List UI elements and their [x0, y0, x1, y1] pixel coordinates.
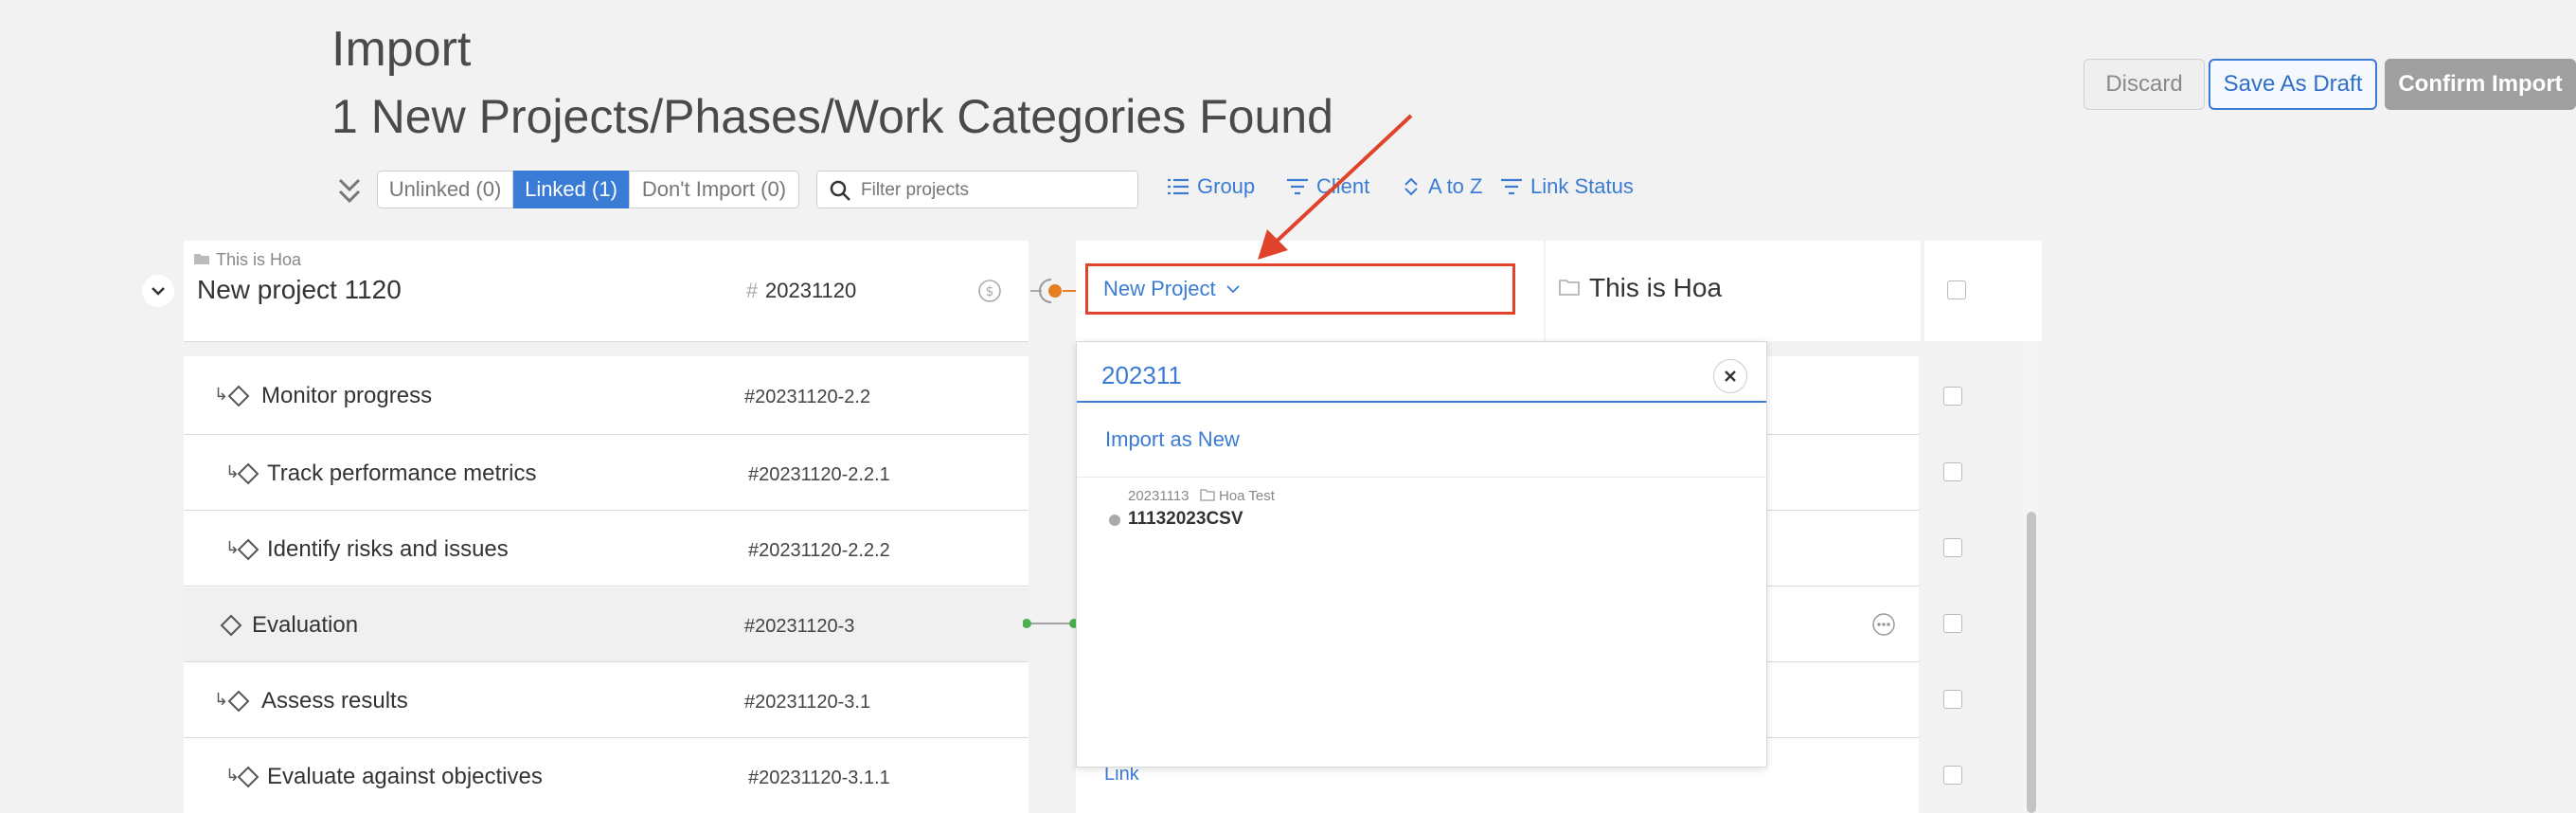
phase-diamond-icon	[237, 462, 259, 485]
subtask-indent-icon: ↳	[214, 385, 229, 404]
table-row[interactable]: ↳ Identify risks and issues #20231120-2.…	[184, 512, 1029, 586]
table-row[interactable]: Evaluation #20231120-3	[184, 587, 1029, 661]
result-name: 11132023CSV	[1128, 509, 1243, 529]
new-project-select-label: New Project	[1103, 277, 1216, 300]
task-number: #20231120-2.2	[744, 387, 871, 407]
target-project-card: This is Hoa	[1546, 241, 1921, 341]
tab-unlinked[interactable]: Unlinked (0)	[377, 171, 513, 208]
discard-button[interactable]: Discard	[2084, 59, 2205, 110]
row-checkbox[interactable]	[1943, 462, 1962, 481]
folder-icon	[1200, 488, 1215, 506]
sort-label: A to Z	[1428, 174, 1483, 198]
target-project-name: This is Hoa	[1589, 273, 1723, 302]
budget-icon: $	[977, 279, 1002, 308]
subtask-indent-icon: ↳	[214, 690, 229, 709]
result-client: Hoa Test	[1219, 488, 1275, 504]
search-result-item[interactable]: 20231113 Hoa Test 11132023CSV	[1077, 482, 1766, 535]
row-checkbox[interactable]	[1943, 614, 1962, 633]
folder-icon	[193, 252, 210, 270]
result-number: 20231113	[1128, 488, 1190, 504]
task-name: Identify risks and issues	[267, 536, 509, 562]
save-as-draft-button[interactable]: Save As Draft	[2209, 59, 2377, 110]
filter-icon	[1501, 178, 1522, 195]
clear-search-button[interactable]	[1713, 359, 1747, 393]
phase-diamond-icon	[227, 690, 250, 713]
phase-diamond-icon	[227, 385, 250, 407]
project-card: This is Hoa New project 1120 # 20231120 …	[184, 241, 1029, 342]
status-dot-icon	[1109, 515, 1120, 526]
table-row[interactable]: ↳ Monitor progress #20231120-2.2	[184, 356, 1029, 434]
task-number: #20231120-3	[744, 616, 855, 637]
task-name: Evaluation	[252, 612, 359, 638]
import-as-new-option[interactable]: Import as New	[1105, 427, 1240, 452]
row-divider	[184, 661, 1029, 662]
collapse-all-icon[interactable]	[335, 174, 367, 208]
filter-projects-box[interactable]	[816, 171, 1138, 208]
link-status-label: Link Status	[1530, 174, 1634, 198]
page-title: Import	[331, 22, 472, 77]
project-search-input[interactable]	[1100, 355, 1672, 395]
task-number: #20231120-3.1.1	[748, 768, 890, 788]
task-number: #20231120-2.2.2	[748, 540, 890, 561]
task-name: Assess results	[261, 688, 408, 714]
filter-projects-input[interactable]	[859, 177, 1128, 204]
folder-icon	[1559, 279, 1580, 300]
project-checkbox[interactable]	[1947, 280, 1966, 299]
phase-diamond-icon	[237, 766, 259, 788]
close-icon	[1725, 370, 1736, 382]
project-number: 20231120	[765, 279, 857, 302]
project-name: New project 1120	[197, 275, 402, 304]
svg-text:$: $	[986, 284, 994, 299]
table-row[interactable]: ↳ Track performance metrics #20231120-2.…	[184, 436, 1029, 510]
row-checkbox[interactable]	[1943, 387, 1962, 406]
search-icon	[829, 179, 851, 207]
row-checkbox[interactable]	[1943, 766, 1962, 785]
row-divider	[184, 737, 1029, 738]
task-name: Evaluate against objectives	[267, 764, 543, 789]
list-icon	[1168, 178, 1189, 195]
row-divider	[184, 510, 1029, 511]
annotation-arrow	[1258, 114, 1413, 260]
phase-diamond-icon	[237, 538, 259, 561]
link-status-filter-button[interactable]: Link Status	[1500, 174, 1634, 199]
table-row[interactable]: ↳ Evaluate against objectives #20231120-…	[184, 739, 1029, 813]
table-row[interactable]: ↳ Assess results #20231120-3.1	[184, 663, 1029, 737]
task-number: #20231120-2.2.1	[748, 464, 890, 485]
link-connector	[1022, 616, 1080, 636]
task-name: Monitor progress	[261, 383, 433, 408]
expand-project-button[interactable]	[142, 275, 174, 307]
new-project-select[interactable]: New Project	[1085, 263, 1515, 315]
hash-icon: #	[746, 279, 759, 302]
confirm-import-button[interactable]: Confirm Import	[2385, 59, 2576, 110]
link-status-icon[interactable]	[1030, 275, 1076, 312]
tab-linked[interactable]: Linked (1)	[513, 171, 629, 208]
more-options-icon[interactable]	[1871, 612, 1896, 641]
scrollbar-thumb[interactable]	[2027, 512, 2036, 813]
tab-dont-import[interactable]: Don't Import (0)	[629, 171, 799, 208]
task-name: Track performance metrics	[267, 461, 537, 486]
row-divider	[184, 434, 1029, 435]
project-search-dropdown: Import as New 20231113 Hoa Test 11132023…	[1076, 341, 1767, 768]
phase-diamond-icon	[220, 614, 242, 637]
row-checkbox[interactable]	[1943, 690, 1962, 709]
scrollbar-track[interactable]	[2023, 341, 2040, 813]
dropdown-divider	[1077, 477, 1766, 478]
row-checkbox[interactable]	[1943, 538, 1962, 557]
row-divider	[184, 586, 1029, 587]
search-underline	[1077, 401, 1766, 403]
chevron-down-icon	[152, 287, 165, 296]
page-subtitle: 1 New Projects/Phases/Work Categories Fo…	[331, 90, 1333, 143]
select-card	[1924, 241, 2042, 341]
chevron-down-icon	[1225, 285, 1240, 294]
task-number: #20231120-3.1	[744, 692, 871, 713]
project-client: This is Hoa	[216, 250, 302, 269]
